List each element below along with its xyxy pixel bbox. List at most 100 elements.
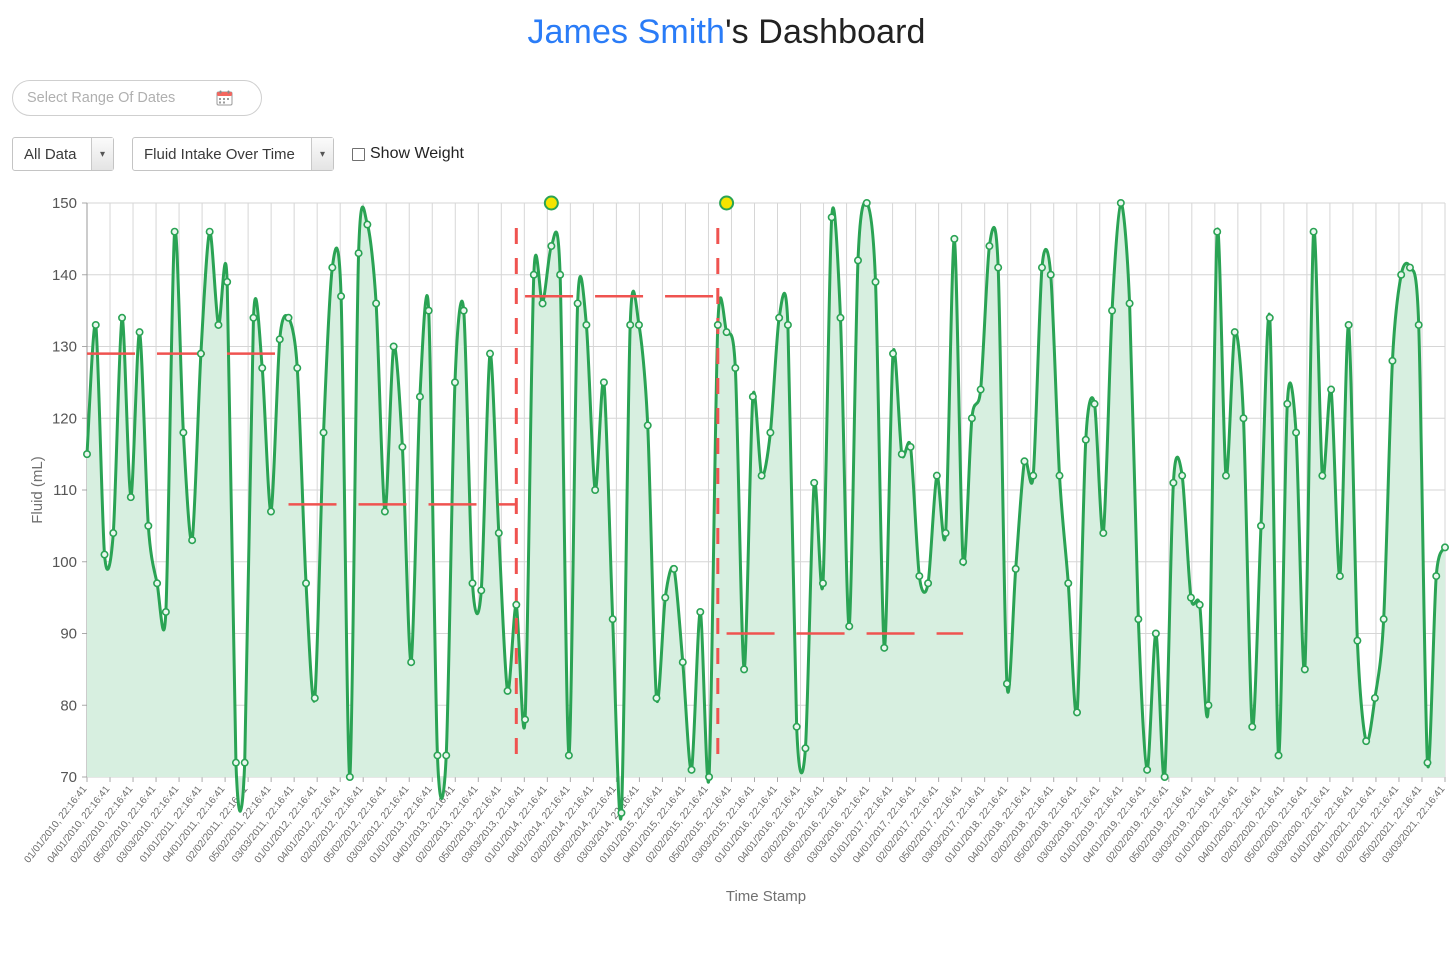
data-point[interactable] [424,306,433,315]
data-point[interactable] [1221,471,1230,480]
data-point[interactable] [153,579,162,588]
data-point[interactable] [617,808,626,817]
data-point[interactable] [1388,356,1397,365]
data-point[interactable] [118,313,127,322]
data-point[interactable] [1300,665,1309,674]
data-point[interactable] [1432,572,1441,581]
data-point[interactable] [1335,572,1344,581]
data-point[interactable] [1116,199,1125,208]
data-point[interactable] [433,751,442,760]
data-point[interactable] [853,256,862,265]
data-point[interactable] [161,607,170,616]
data-point[interactable] [1178,471,1187,480]
data-point[interactable] [1230,328,1239,337]
data-point[interactable] [818,579,827,588]
data-point[interactable] [389,342,398,351]
data-point[interactable] [792,722,801,731]
data-point[interactable] [503,686,512,695]
data-point[interactable] [783,320,792,329]
data-point[interactable] [652,694,661,703]
highlighted-data-point[interactable] [719,195,735,211]
highlighted-data-point[interactable] [543,195,559,211]
data-point[interactable] [1344,320,1353,329]
data-point[interactable] [144,521,153,530]
data-point[interactable] [670,564,679,573]
data-point[interactable] [468,579,477,588]
data-point[interactable] [337,292,346,301]
data-point[interactable] [1108,306,1117,315]
data-point[interactable] [319,428,328,437]
data-point[interactable] [766,428,775,437]
data-point[interactable] [1441,543,1450,552]
data-point[interactable] [889,349,898,358]
metric-select[interactable]: Fluid Intake Over Time ▾ [132,137,334,171]
data-point[interactable] [556,270,565,279]
data-point[interactable] [1011,564,1020,573]
data-point[interactable] [126,493,135,502]
data-point[interactable] [845,622,854,631]
data-point[interactable] [564,751,573,760]
data-point[interactable] [512,600,521,609]
data-point[interactable] [775,313,784,322]
data-point[interactable] [529,270,538,279]
data-point[interactable] [713,320,722,329]
data-point[interactable] [1073,708,1082,717]
data-point[interactable] [626,320,635,329]
data-point[interactable] [573,299,582,308]
data-point[interactable] [1064,579,1073,588]
data-point[interactable] [994,263,1003,272]
data-point[interactable] [1029,471,1038,480]
data-point[interactable] [179,428,188,437]
data-point[interactable] [801,744,810,753]
data-point[interactable] [486,349,495,358]
data-point[interactable] [450,378,459,387]
data-point[interactable] [1186,593,1195,602]
data-point[interactable] [1362,737,1371,746]
data-point[interactable] [932,471,941,480]
calendar-icon[interactable] [216,90,233,106]
data-point[interactable] [836,313,845,322]
data-point[interactable] [862,199,871,208]
data-point[interactable] [363,220,372,229]
data-point[interactable] [258,364,267,373]
data-point[interactable] [345,772,354,781]
data-point[interactable] [398,442,407,451]
data-point[interactable] [1309,227,1318,236]
data-point[interactable] [740,665,749,674]
data-point[interactable] [915,572,924,581]
data-point[interactable] [906,442,915,451]
show-weight-checkbox[interactable] [352,147,365,161]
data-point[interactable] [249,313,258,322]
chevron-down-icon[interactable]: ▾ [311,138,333,170]
data-point[interactable] [985,242,994,251]
data-point[interactable] [1213,227,1222,236]
data-point[interactable] [328,263,337,272]
data-point[interactable] [1239,414,1248,423]
data-point[interactable] [924,579,933,588]
data-point[interactable] [284,313,293,322]
data-point[interactable] [643,421,652,430]
data-point[interactable] [810,478,819,487]
data-point[interactable] [109,529,118,538]
data-point[interactable] [223,277,232,286]
data-point[interactable] [897,450,906,459]
data-point[interactable] [1370,694,1379,703]
data-filter-select[interactable]: All Data ▾ [12,137,114,171]
data-point[interactable] [91,320,100,329]
data-point[interactable] [83,450,92,459]
data-point[interactable] [1090,399,1099,408]
data-point[interactable] [687,765,696,774]
data-point[interactable] [100,550,109,559]
data-point[interactable] [477,586,486,595]
data-point[interactable] [1414,320,1423,329]
data-point[interactable] [310,694,319,703]
date-range-picker[interactable] [12,80,262,116]
data-point[interactable] [415,392,424,401]
data-point[interactable] [240,758,249,767]
data-point[interactable] [1055,471,1064,480]
date-range-input[interactable] [27,90,216,106]
data-point[interactable] [372,299,381,308]
data-point[interactable] [1248,722,1257,731]
data-point[interactable] [1143,765,1152,774]
data-point[interactable] [170,227,179,236]
